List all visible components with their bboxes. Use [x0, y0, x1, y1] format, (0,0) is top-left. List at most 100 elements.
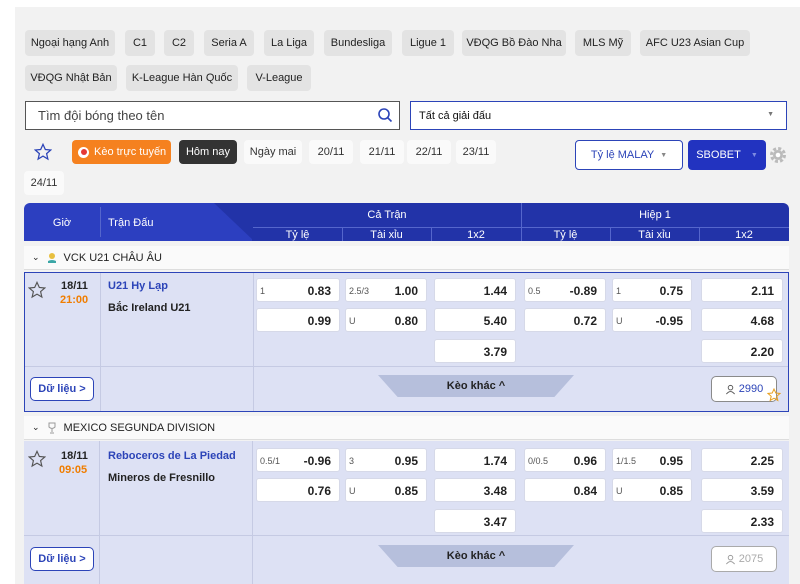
live-odds-button[interactable]: Kèo trực tuyến	[72, 140, 171, 164]
league-chip[interactable]: C1	[125, 30, 155, 56]
header-time: Giờ	[52, 217, 72, 229]
odds-cell[interactable]: 0.5/1 -0.96	[256, 448, 340, 472]
odds-value: 5.40	[483, 314, 507, 328]
header-over-under: Tài xỉu	[638, 229, 671, 241]
league-chip[interactable]: Ngoại hạng Anh	[25, 30, 115, 56]
odds-value: -0.96	[303, 454, 331, 468]
more-odds-button[interactable]: Kèo khác ^	[378, 545, 574, 567]
odds-cell[interactable]: 4.68	[701, 308, 783, 332]
date-button[interactable]: 20/11	[309, 140, 353, 164]
odds-table-header: Giờ Trận Đấu Cả Trận Hiệp 1 Tỷ lệ Tài xỉ…	[24, 203, 789, 241]
odds-cell[interactable]: 0.84	[524, 478, 606, 502]
tomorrow-button[interactable]: Ngày mai	[244, 140, 302, 164]
league-row[interactable]: ⌄ VCK U21 CHÂU ÂU	[24, 246, 789, 270]
league-chip[interactable]: C2	[164, 30, 194, 56]
home-team[interactable]: U21 Hy Lạp	[108, 280, 168, 292]
league-chip[interactable]: Seria A	[204, 30, 254, 56]
odds-cell[interactable]: 2.20	[701, 339, 783, 363]
league-chip[interactable]: VĐQG Nhật Bản	[25, 65, 117, 91]
odds-value: 3.59	[750, 484, 774, 498]
odds-cell[interactable]: 5.40	[434, 308, 516, 332]
away-team[interactable]: Bắc Ireland U21	[108, 302, 191, 314]
odds-value: 0.84	[573, 484, 597, 498]
away-team[interactable]: Mineros de Fresnillo	[108, 472, 215, 484]
league-chip[interactable]: Ligue 1	[402, 30, 454, 56]
odds-cell[interactable]: 2.25	[701, 448, 783, 472]
odds-line: 1	[616, 286, 622, 296]
odds-cell[interactable]: 0/0.5 0.96	[524, 448, 606, 472]
star-icon[interactable]	[28, 281, 46, 299]
odds-cell[interactable]: 3.48	[434, 478, 516, 502]
odds-value: -0.89	[569, 284, 597, 298]
match-time: 09:05	[59, 464, 88, 476]
odds-cell[interactable]: 3.79	[434, 339, 516, 363]
league-chip[interactable]: V-League	[247, 65, 311, 91]
league-chip[interactable]: AFC U23 Asian Cup	[640, 30, 750, 56]
header-handicap: Tỷ lệ	[285, 229, 310, 241]
date-button[interactable]: 23/11	[456, 140, 496, 164]
odds-cell[interactable]: 1.74	[434, 448, 516, 472]
odds-line: 0.5/1	[260, 456, 281, 466]
odds-cell[interactable]: 0.72	[524, 308, 606, 332]
more-odds-button[interactable]: Kèo khác ^	[378, 375, 574, 397]
odds-line: 2.5/3	[349, 286, 370, 296]
odds-value: 0.83	[307, 284, 331, 298]
match-time: 21:00	[60, 294, 89, 306]
match-data-link[interactable]: Dữ liệu >	[30, 547, 94, 571]
star-icon[interactable]	[28, 450, 46, 468]
odds-type-select[interactable]: Tỷ lệ MALAY ▼	[575, 140, 683, 170]
gear-icon[interactable]	[768, 145, 788, 165]
odds-cell[interactable]: 0.5 -0.89	[524, 278, 606, 302]
star-badge-icon	[767, 388, 781, 402]
chevron-down-icon: ▼	[750, 151, 758, 159]
search-icon[interactable]	[377, 107, 393, 123]
odds-cell[interactable]: 3.47	[434, 509, 516, 533]
odds-cell[interactable]: 1/1.5 0.95	[612, 448, 692, 472]
odds-cell[interactable]: U 0.85	[612, 478, 692, 502]
league-chip[interactable]: La Liga	[264, 30, 314, 56]
odds-value: 0.85	[659, 484, 683, 498]
header-divider	[100, 207, 101, 237]
odds-cell[interactable]: U 0.80	[345, 308, 427, 332]
odds-value: 2.20	[750, 345, 774, 359]
odds-cell[interactable]: 0.76	[256, 478, 340, 502]
odds-cell[interactable]: 1.44	[434, 278, 516, 302]
league-chip[interactable]: K-League Hàn Quốc	[126, 65, 238, 91]
odds-cell[interactable]: 3.59	[701, 478, 783, 502]
league-chip[interactable]: MLS Mỹ	[575, 30, 631, 56]
viewer-count-button[interactable]: 2075	[711, 546, 777, 572]
league-chip[interactable]: Bundesliga	[324, 30, 392, 56]
match-data-link[interactable]: Dữ liệu >	[30, 377, 94, 401]
league-chip[interactable]: VĐQG Bồ Đào Nha	[462, 30, 566, 56]
column-divider	[252, 441, 253, 584]
team-search-input[interactable]: Tìm đội bóng theo tên	[25, 101, 400, 130]
today-button[interactable]: Hôm nay	[179, 140, 237, 164]
league-select[interactable]: Tất cả giải đấu ▼	[410, 101, 787, 130]
odds-cell[interactable]: U 0.85	[345, 478, 427, 502]
odds-line: 0/0.5	[528, 456, 549, 466]
row-divider	[24, 535, 789, 536]
chevron-down-icon: ▼	[767, 111, 774, 118]
odds-cell[interactable]: 1 0.75	[612, 278, 692, 302]
odds-value: 0.95	[659, 454, 683, 468]
date-button[interactable]: 21/11	[360, 140, 404, 164]
home-team[interactable]: Reboceros de La Piedad	[108, 450, 236, 462]
odds-cell[interactable]: 0.99	[256, 308, 340, 332]
bookmaker-select[interactable]: SBOBET ▼	[688, 140, 766, 170]
odds-cell[interactable]: 3 0.95	[345, 448, 427, 472]
odds-cell[interactable]: 2.5/3 1.00	[345, 278, 427, 302]
column-divider	[100, 273, 101, 411]
odds-cell[interactable]: 2.11	[701, 278, 783, 302]
odds-cell[interactable]: U -0.95	[612, 308, 692, 332]
chevron-down-icon: ▼	[660, 151, 668, 159]
star-icon[interactable]	[34, 143, 52, 161]
odds-value: 3.48	[483, 484, 507, 498]
match-date: 18/11	[61, 450, 88, 462]
date-button[interactable]: 22/11	[407, 140, 451, 164]
chevron-down-icon: ⌄	[32, 252, 40, 262]
odds-cell[interactable]: 2.33	[701, 509, 783, 533]
odds-value: 0.76	[307, 484, 331, 498]
league-row[interactable]: ⌄ MEXICO SEGUNDA DIVISION	[24, 416, 789, 440]
odds-cell[interactable]: 1 0.83	[256, 278, 340, 302]
date-button[interactable]: 24/11	[24, 171, 64, 195]
